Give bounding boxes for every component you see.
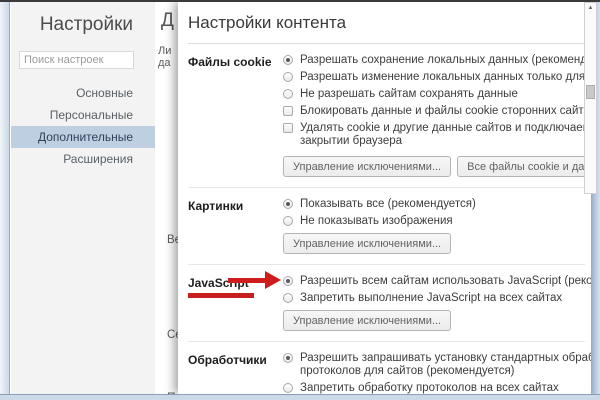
radio-icon[interactable] [283, 55, 293, 65]
option-label: Запретить обработку протоколов на всех с… [300, 382, 559, 394]
radio-option[interactable]: Разрешить запрашивать установку стандарт… [283, 352, 585, 378]
background-text-fragment: Ве [167, 234, 178, 246]
section-cookies: Файлы cookie Разрешать сохранение локаль… [188, 44, 585, 162]
sidebar-item-advanced[interactable]: Дополнительные [11, 126, 155, 148]
radio-icon[interactable] [283, 383, 293, 393]
images-buttons: Управление исключениями... [283, 233, 585, 254]
radio-icon[interactable] [283, 353, 293, 363]
javascript-buttons: Управление исключениями... [283, 310, 585, 331]
background-text-fragment: да [158, 57, 171, 69]
sidebar-item-extensions[interactable]: Расширения [11, 148, 155, 170]
option-label: Удалять cookie и другие данные сайтов и … [300, 122, 591, 134]
handlers-options: Разрешить запрашивать установку стандарт… [283, 352, 585, 394]
option-label: Показывать все (рекомендуется) [300, 198, 476, 210]
radio-option[interactable]: Запретить обработку протоколов на всех с… [283, 382, 585, 394]
radio-icon[interactable] [283, 72, 293, 82]
radio-option[interactable]: Показывать все (рекомендуется) [283, 198, 585, 211]
option-label: Разрешить всем сайтам использовать JavaS… [300, 275, 591, 287]
dialog-scrollbar[interactable]: ▲ [584, 2, 597, 194]
page-title: Настройки [11, 14, 133, 36]
radio-option[interactable]: Запретить выполнение JavaScript на всех … [283, 292, 585, 305]
section-javascript: JavaScript Разрешить всем сайтам использ… [188, 264, 585, 341]
sidebar-item-personal[interactable]: Персональные [11, 104, 155, 126]
radio-icon[interactable] [283, 276, 293, 286]
background-page-sliver: Д Ли да Ве Се П [155, 2, 178, 394]
manage-exceptions-button[interactable]: Управление исключениями... [283, 310, 451, 331]
section-label-handlers: Обработчики [188, 352, 283, 394]
radio-icon[interactable] [283, 199, 293, 209]
radio-option[interactable]: Разрешить всем сайтам использовать JavaS… [283, 275, 585, 288]
manage-exceptions-button[interactable]: Управление исключениями... [283, 233, 451, 254]
option-label: протоколов для сайтов (рекомендуется) [300, 365, 515, 377]
search-input[interactable] [19, 51, 134, 69]
radio-option[interactable]: Разрешать сохранение локальных данных (р… [283, 54, 585, 67]
radio-icon[interactable] [283, 89, 293, 99]
content-settings-dialog: Настройки контента Файлы cookie Разрешат… [178, 2, 591, 394]
checkbox-icon[interactable] [283, 123, 293, 133]
annotation-underline [188, 293, 254, 298]
settings-sidebar: Настройки Основные Персональные Дополнит… [11, 2, 155, 394]
annotation-arrow-icon [228, 271, 281, 289]
background-text-fragment: Ли [158, 45, 171, 57]
checkbox-icon[interactable] [283, 106, 293, 116]
checkbox-option[interactable]: Блокировать данные и файлы cookie сторон… [283, 105, 585, 118]
window-bottom-border [0, 394, 600, 400]
radio-option[interactable]: Не показывать изображения [283, 215, 585, 228]
option-label: Разрешить запрашивать установку стандарт… [300, 352, 591, 364]
sidebar-item-basics[interactable]: Основные [11, 82, 155, 104]
background-text-fragment: Се [167, 329, 178, 341]
option-label: закрытии браузера [300, 135, 402, 147]
option-label: Не показывать изображения [300, 215, 453, 227]
javascript-options: Разрешить всем сайтам использовать JavaS… [283, 275, 585, 331]
radio-option[interactable]: Разрешать изменение локальных данных тол… [283, 71, 585, 84]
checkbox-option[interactable]: Удалять cookie и другие данные сайтов и … [283, 122, 585, 148]
option-label: Разрешать сохранение локальных данных (р… [300, 54, 591, 66]
option-label: Разрешать изменение локальных данных тол… [300, 71, 591, 83]
window-left-frame [0, 0, 10, 400]
background-text-fragment: Д [161, 10, 174, 32]
dialog-title: Настройки контента [188, 2, 585, 44]
window-top-border [0, 0, 600, 2]
radio-icon[interactable] [283, 216, 293, 226]
section-label-images: Картинки [188, 198, 283, 254]
section-handlers: Обработчики Разрешить запрашивать устано… [188, 341, 585, 394]
option-label: Не разрешать сайтам сохранять данные [300, 88, 518, 100]
sidebar-nav: Основные Персональные Дополнительные Рас… [11, 82, 155, 170]
option-label: Запретить выполнение JavaScript на всех … [300, 292, 562, 304]
scrollbar-up-icon[interactable]: ▲ [585, 3, 596, 13]
radio-icon[interactable] [283, 293, 293, 303]
section-label-cookies: Файлы cookie [188, 54, 283, 152]
images-options: Показывать все (рекомендуется) Не показы… [283, 198, 585, 254]
radio-option[interactable]: Не разрешать сайтам сохранять данные [283, 88, 585, 101]
option-label: Блокировать данные и файлы cookie сторон… [300, 105, 591, 117]
cookies-options: Разрешать сохранение локальных данных (р… [283, 54, 585, 152]
scrollbar-thumb[interactable] [586, 85, 595, 99]
section-images: Картинки Показывать все (рекомендуется) … [188, 187, 585, 264]
